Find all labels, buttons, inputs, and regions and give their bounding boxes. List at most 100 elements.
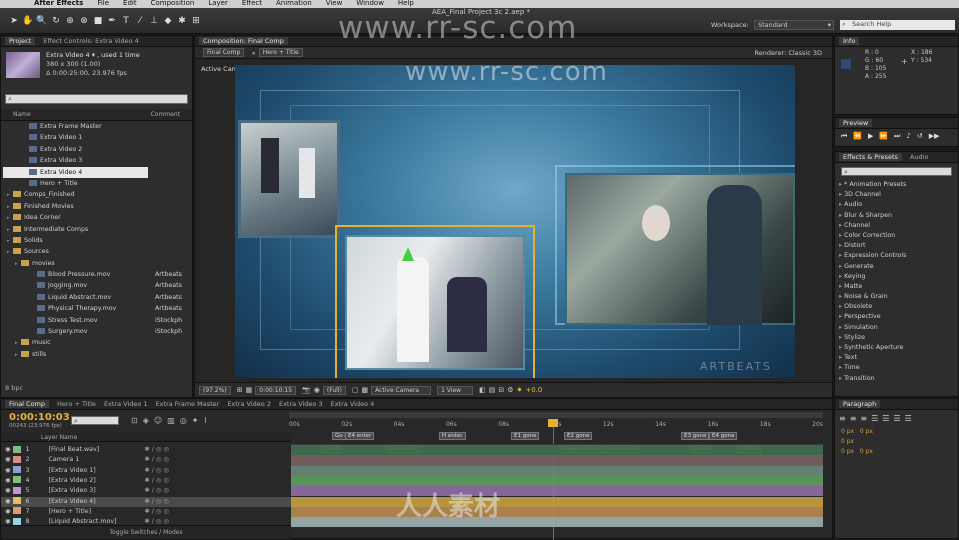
timeline-layer[interactable]: ◉ 5 [Extra Video 3] ✱ / ◎ ◎ (1, 486, 291, 496)
layer-duration-bar[interactable] (291, 517, 823, 528)
current-time[interactable]: 0:00:10:15 (255, 385, 297, 395)
tab-composition[interactable]: Composition: Final Comp (199, 37, 288, 45)
view-select[interactable]: Active Camera (371, 385, 432, 395)
effect-category[interactable]: ▸ Time (839, 363, 958, 373)
menu-layer[interactable]: Layer (208, 0, 228, 8)
align-right-icon[interactable]: ≡ (860, 414, 867, 423)
project-item[interactable]: Extra Video 1 (3, 132, 192, 143)
layer-switches[interactable]: ✱ / ◎ ◎ (145, 467, 169, 474)
tab-effect-controls[interactable]: Effect Controls: Extra Video 4 (43, 37, 139, 45)
nav-hero-title[interactable]: Hero + Title (258, 48, 303, 57)
space-after[interactable]: 0 px (860, 448, 873, 455)
tab-extra-video-3[interactable]: Extra Video 3 (279, 400, 323, 408)
layer-duration-bar[interactable] (291, 475, 823, 487)
layer-switches[interactable]: ✱ / ◎ ◎ (145, 446, 169, 453)
layer-switches[interactable]: ✱ / ◎ ◎ (145, 487, 169, 494)
menu-help[interactable]: Help (398, 0, 414, 8)
project-item[interactable]: Extra Video 2 (3, 144, 192, 155)
loop-icon[interactable]: ↺ (917, 132, 923, 141)
tab-extra-video-1[interactable]: Extra Video 1 (104, 400, 148, 408)
menu-effect[interactable]: Effect (242, 0, 262, 8)
snapshot-icon[interactable]: 📷 (302, 386, 311, 394)
zoom-select[interactable]: (97.2%) (199, 385, 231, 395)
justify-left-icon[interactable]: ☰ (871, 414, 878, 423)
effect-category[interactable]: ▸ Keying (839, 272, 958, 282)
type-tool-icon[interactable]: T (120, 15, 132, 27)
comp-marker[interactable]: E3 gone (681, 432, 710, 440)
exposure-icon[interactable]: ✷ (516, 386, 522, 394)
menu-edit[interactable]: Edit (123, 0, 137, 8)
eraser-tool-icon[interactable]: ◆ (162, 15, 174, 27)
menu-composition[interactable]: Composition (151, 0, 195, 8)
label-color-swatch[interactable] (12, 497, 21, 504)
layer-duration-bar[interactable] (291, 455, 823, 466)
first-frame-icon[interactable]: ⏮ (841, 132, 847, 141)
anchor-point-icon[interactable] (402, 247, 414, 261)
project-item[interactable]: ▸ music (3, 337, 192, 348)
transparency-icon[interactable]: ▩ (361, 386, 368, 394)
graph-editor-icon[interactable]: ⌇ (203, 416, 207, 425)
project-item[interactable]: Liquid Abstract.mov Artbeats (3, 292, 192, 303)
timeline-icon[interactable]: ⊟ (498, 386, 504, 394)
layer-name[interactable]: [Extra Video 3] (35, 486, 145, 496)
project-item[interactable]: ▸ Finished Movies (3, 201, 192, 212)
project-item[interactable]: Surgery.mov iStockph (3, 326, 192, 337)
effect-category[interactable]: ▸ 3D Channel (839, 190, 958, 200)
label-color-swatch[interactable] (12, 486, 21, 494)
justify-center-icon[interactable]: ☰ (882, 414, 889, 423)
effect-category[interactable]: ▸ Stylize (839, 333, 958, 343)
project-item[interactable]: Physical Therapy.mov Artbeats (3, 303, 192, 314)
rotate-tool-icon[interactable]: ↻ (50, 15, 62, 27)
toggle-switches-modes[interactable]: Toggle Switches / Modes (1, 525, 291, 539)
shy-icon[interactable]: ☺ (154, 416, 162, 425)
tab-extra-video-4[interactable]: Extra Video 4 (331, 400, 375, 408)
project-item[interactable]: ▸ Sources (3, 246, 192, 257)
timeline-layer[interactable]: ◉ 2 Camera 1 ✱ / ◎ ◎ (1, 455, 291, 465)
menu-window[interactable]: Window (356, 0, 384, 8)
tab-hero-title[interactable]: Hero + Title (57, 400, 96, 408)
indent-left[interactable]: 0 px (841, 428, 854, 435)
nav-final-comp[interactable]: Final Comp (203, 48, 245, 57)
visibility-icon[interactable]: ◉ (1, 487, 13, 494)
effect-category[interactable]: ▸ Obsolete (839, 302, 958, 312)
comp-marker[interactable]: E4 gone (709, 432, 738, 440)
layer-duration-bar[interactable] (291, 496, 823, 507)
selection-tool-icon[interactable]: ➤ (8, 15, 20, 27)
effect-category[interactable]: ▸ Generate (839, 262, 958, 272)
visibility-icon[interactable]: ◉ (1, 508, 13, 515)
flowchart-icon[interactable]: ⚙ (507, 386, 513, 394)
layer-duration-bar[interactable] (291, 465, 823, 476)
next-frame-icon[interactable]: ⏩ (879, 132, 888, 141)
bpc-label[interactable]: 8 bpc (5, 384, 23, 392)
grid-icon[interactable]: ▦ (246, 386, 253, 394)
project-item[interactable]: Blood Pressure.mov Artbeats (3, 269, 192, 280)
fast-preview-icon[interactable]: ▤ (489, 386, 496, 394)
workspace-select[interactable]: Standard ▾ (754, 20, 834, 30)
col-name[interactable]: Name (13, 111, 31, 118)
layer-name[interactable]: [Final Beat.wav] (35, 445, 145, 455)
resolution-select[interactable]: (Full) (322, 385, 346, 395)
effect-category[interactable]: ▸ Simulation (839, 323, 958, 333)
effects-search-input[interactable]: ⌕ (841, 167, 952, 176)
pen-tool-icon[interactable]: ✒ (106, 15, 118, 27)
project-item[interactable]: Stress Test.mov iStockph (3, 315, 192, 326)
channel-icon[interactable]: ◉ (314, 386, 320, 394)
ram-preview-icon[interactable]: ▶▶ (929, 132, 940, 141)
video-4-layer[interactable] (345, 235, 525, 370)
app-menu[interactable]: After Effects (34, 0, 83, 8)
space-before[interactable]: 0 px (841, 448, 854, 455)
camera-tool-icon[interactable]: ⊕ (64, 15, 76, 27)
layer-name[interactable]: [Extra Video 1] (35, 466, 145, 476)
tab-final-comp[interactable]: Final Comp (5, 400, 50, 408)
time-navigator[interactable] (289, 412, 823, 418)
visibility-icon[interactable]: ◉ (1, 446, 13, 453)
exposure-value[interactable]: +0.0 (525, 386, 542, 394)
effect-category[interactable]: ▸ Channel (839, 221, 958, 231)
brainstorm-icon[interactable]: ✦ (192, 416, 199, 425)
project-item[interactable]: ▸ Comps_Finished (3, 189, 192, 200)
col-comment[interactable]: Comment (151, 111, 180, 118)
align-center-icon[interactable]: ≡ (850, 414, 857, 423)
comp-marker[interactable]: E4 enter (345, 432, 375, 440)
tab-extra-video-2[interactable]: Extra Video 2 (227, 400, 271, 408)
align-left-icon[interactable]: ≡ (839, 414, 846, 423)
